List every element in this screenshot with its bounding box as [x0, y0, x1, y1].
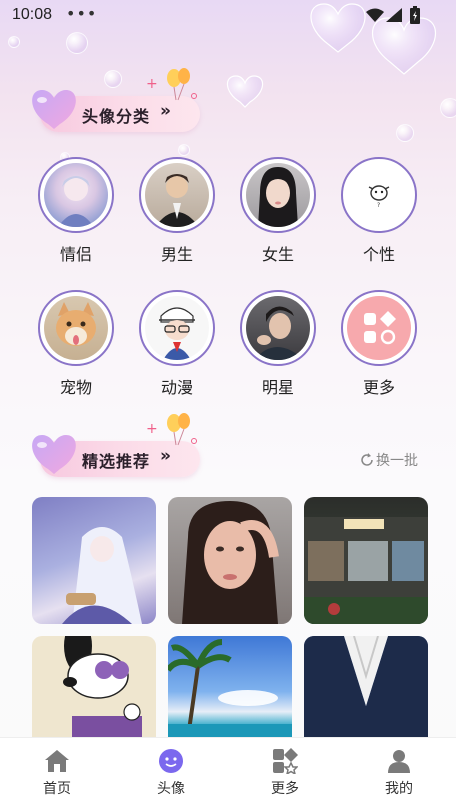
status-time: 10:08: [12, 6, 53, 23]
category-label: 更多: [362, 378, 395, 397]
anime-girl-illustration: [62, 527, 142, 624]
tab-avatar[interactable]: 头像: [131, 748, 211, 798]
tab-label: 头像: [157, 781, 185, 797]
denim-shirt-image[interactable]: [304, 636, 428, 737]
couple-avatar-icon: [44, 163, 108, 227]
night-train-image[interactable]: [304, 497, 428, 624]
category-ring: [240, 290, 316, 366]
tab-home[interactable]: 首页: [17, 748, 97, 798]
category-pet[interactable]: 宠物: [36, 290, 116, 398]
wifi-icon: [366, 8, 384, 22]
chevron-right-icon: »: [160, 101, 171, 121]
category-ring: [240, 157, 316, 233]
category-personality[interactable]: ? 个性: [339, 157, 419, 265]
pet-avatar-icon: [44, 296, 108, 360]
more-grid-icon: [347, 296, 411, 360]
beach-palm-illustration: [168, 639, 292, 737]
bubble-decoration: [396, 124, 414, 142]
avatar-face-icon: [131, 748, 211, 774]
category-anime[interactable]: 动漫: [137, 290, 217, 398]
bubble-decoration: [8, 36, 20, 48]
apps-grid-glyph: [364, 311, 396, 345]
denim-shirt-illustration: [304, 636, 428, 737]
category-ring: [38, 290, 114, 366]
purple-heart-icon: [32, 435, 76, 474]
female-portrait-illustration: [258, 167, 298, 227]
category-label: 宠物: [59, 378, 92, 397]
heart-balloon-decoration: [226, 75, 264, 108]
category-couple[interactable]: 情侣: [36, 157, 116, 265]
night-train-illustration: [304, 517, 428, 624]
category-female[interactable]: 女生: [238, 157, 318, 265]
bubble-decoration: [440, 98, 456, 118]
category-ring: [38, 157, 114, 233]
battery-icon: [410, 6, 420, 24]
doodle-dog-illustration: ?: [368, 185, 390, 209]
refresh-label: 换一批: [376, 453, 418, 469]
celebrity-portrait-illustration: [254, 306, 304, 360]
status-dots: •••: [66, 4, 98, 23]
category-male[interactable]: 男生: [137, 157, 217, 265]
bubble-decoration: [66, 32, 88, 54]
tab-label: 首页: [43, 781, 71, 797]
signal-icon: [386, 8, 402, 22]
status-bar: 10:08 •••: [0, 0, 456, 32]
category-ring: [139, 157, 215, 233]
male-avatar-icon: [145, 163, 209, 227]
refresh-button[interactable]: 换一批: [360, 450, 418, 470]
apps-icon: [245, 748, 325, 774]
personality-avatar-icon: ?: [347, 163, 411, 227]
tab-profile[interactable]: 我的: [359, 748, 439, 798]
female-avatar-icon: [246, 163, 310, 227]
bubble-decoration: [178, 144, 190, 156]
svg-text:?: ?: [377, 202, 380, 209]
portrait-woman-image[interactable]: [168, 497, 292, 624]
tab-label: 更多: [271, 781, 299, 797]
category-label: 情侣: [59, 245, 92, 264]
anime-couple-illustration: [58, 176, 94, 227]
snoopy-illustration: [63, 636, 142, 737]
portrait-woman-illustration: [182, 501, 279, 624]
refresh-icon: [361, 453, 373, 466]
purple-heart-icon: [32, 90, 76, 129]
category-ring: ?: [341, 157, 417, 233]
cat-illustration: [56, 302, 96, 346]
bottom-tab-bar: 首页 头像 更多 我的: [0, 737, 456, 811]
snoopy-image[interactable]: [32, 636, 156, 737]
section-title: 精选推荐: [82, 452, 151, 471]
male-portrait-illustration: [155, 174, 199, 227]
star-avatar-icon: [246, 296, 310, 360]
anime-avatar-icon: [145, 296, 209, 360]
anime-girl-image[interactable]: [32, 497, 156, 624]
featured-section-header: 精选推荐 »: [26, 425, 201, 483]
anime-boy-illustration: [159, 307, 195, 360]
tab-label: 我的: [385, 781, 413, 797]
category-label: 女生: [261, 245, 294, 264]
profile-icon: [359, 748, 439, 774]
category-section-header: 头像分类 »: [26, 80, 201, 138]
chevron-right-icon: »: [160, 446, 171, 466]
home-icon: [17, 748, 97, 774]
category-label: 男生: [160, 245, 193, 264]
beach-palm-image[interactable]: [168, 636, 292, 737]
category-more[interactable]: 更多: [339, 290, 419, 398]
category-label: 明星: [261, 378, 294, 397]
category-label: 个性: [362, 245, 395, 264]
section-title: 头像分类: [82, 107, 151, 126]
category-label: 动漫: [160, 378, 193, 397]
category-ring: [341, 290, 417, 366]
category-star[interactable]: 明星: [238, 290, 318, 398]
category-ring: [139, 290, 215, 366]
tab-more[interactable]: 更多: [245, 748, 325, 798]
